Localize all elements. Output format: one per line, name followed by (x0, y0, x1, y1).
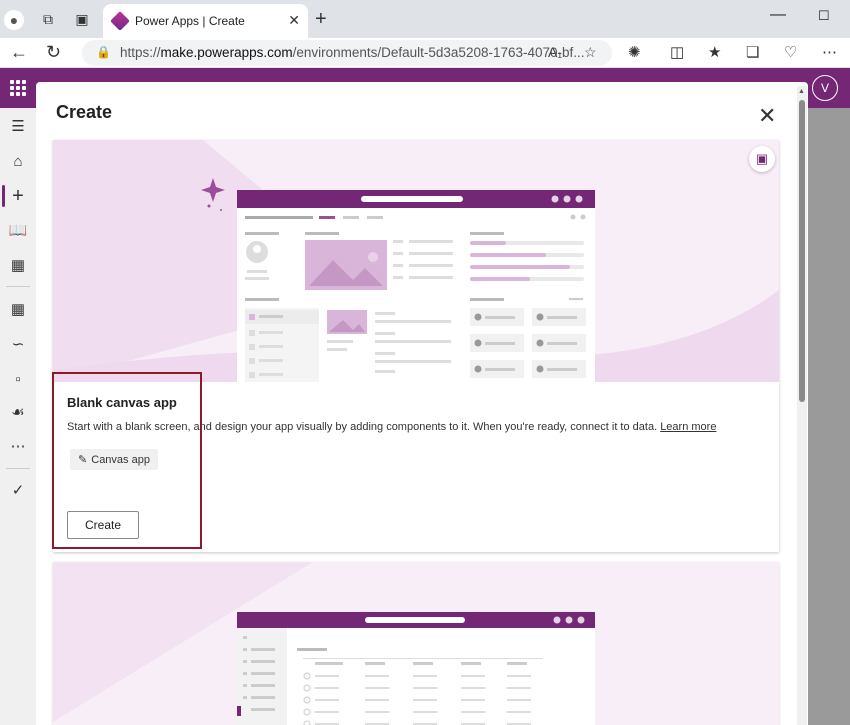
browser-tab-power-apps[interactable]: Power Apps | Create ✕ (103, 4, 308, 38)
lock-icon[interactable]: 🔒 (96, 45, 111, 59)
power-platform-icon[interactable]: ✓ (8, 480, 28, 500)
hamburger-menu-icon[interactable]: ☰ (8, 116, 28, 136)
solutions-icon[interactable]: ▫ (8, 369, 28, 389)
profile-icon[interactable]: ● (4, 10, 24, 30)
blank-canvas-app-card[interactable]: ▣ Blank canvas app Start with a blank sc… (53, 140, 779, 552)
scroll-up-icon[interactable]: ▲ (798, 88, 805, 95)
rail-divider (6, 468, 30, 469)
browser-essentials-icon[interactable]: ♡ (784, 43, 797, 61)
tab-actions-icon[interactable]: ▣ (72, 9, 92, 29)
canvas-app-tag: ✎ Canvas app (70, 449, 158, 470)
address-bar: ← ↻ 🔒 https://make.powerapps.com/environ… (0, 38, 850, 68)
close-tab-icon[interactable]: ✕ (288, 12, 300, 29)
card-title: Blank canvas app (67, 395, 177, 410)
scrollbar-thumb[interactable] (799, 100, 805, 402)
favorite-star-icon[interactable]: ☆ (584, 44, 597, 61)
dialog-scrollbar[interactable]: ▲ (797, 86, 807, 725)
browser-tab-strip: ● ⧉ ▣ Power Apps | Create ✕ + — ☐ (0, 0, 850, 38)
canvas-app-illustration: ▣ (53, 140, 779, 382)
pencil-icon: ✎ (78, 454, 88, 466)
close-icon[interactable]: ✕ (758, 105, 776, 127)
read-aloud-icon[interactable]: A₁ (548, 44, 562, 60)
card-description-text: Start with a blank screen, and design yo… (67, 421, 658, 433)
collections-icon[interactable]: ❏ (746, 43, 759, 61)
more-options-icon[interactable]: ⋯ (822, 43, 837, 61)
learn-icon[interactable]: 📖 (8, 220, 28, 240)
url-input[interactable]: 🔒 https://make.powerapps.com/environment… (82, 40, 612, 66)
tables-icon[interactable]: ▦ (8, 299, 28, 319)
app-launcher-icon[interactable] (10, 80, 26, 96)
ai-hub-icon[interactable]: ☙ (8, 402, 28, 422)
favorites-icon[interactable]: ★ (708, 43, 721, 61)
avatar[interactable]: V (812, 75, 838, 101)
left-nav-rail: ☰ ⌂ + 📖 ▦ ▦ ∽ ▫ ☙ ⋯ ✓ (0, 108, 36, 725)
focus-view-icon[interactable]: ▣ (749, 146, 775, 172)
power-apps-logo-icon (110, 11, 130, 31)
learn-more-link[interactable]: Learn more (660, 421, 716, 433)
apps-icon[interactable]: ▦ (8, 255, 28, 275)
model-app-illustration (53, 562, 595, 725)
workspaces-icon[interactable]: ⧉ (38, 9, 58, 29)
more-nav-icon[interactable]: ⋯ (8, 436, 28, 456)
maximize-icon[interactable]: ☐ (818, 8, 830, 24)
tag-label: Canvas app (91, 453, 150, 466)
tab-title: Power Apps | Create (135, 14, 245, 28)
back-icon[interactable]: ← (10, 42, 28, 63)
new-tab-icon[interactable]: + (315, 8, 327, 31)
app-preview-illustration (53, 140, 779, 382)
dialog-title: Create (56, 102, 113, 122)
selected-indicator (2, 185, 5, 207)
create-dialog: Create ✕ ▣ Blank canvas app Start with a… (36, 82, 808, 725)
create-button[interactable]: Create (67, 511, 139, 539)
url-text: https://make.powerapps.com/environments/… (120, 45, 585, 60)
minimize-icon[interactable]: — (770, 6, 786, 24)
split-screen-icon[interactable]: ◫ (670, 43, 684, 61)
card-description: Start with a blank screen, and design yo… (67, 421, 716, 433)
refresh-icon[interactable]: ↻ (46, 42, 61, 63)
flows-icon[interactable]: ∽ (8, 334, 28, 354)
next-template-card[interactable] (53, 562, 779, 725)
create-icon[interactable]: + (8, 185, 28, 207)
extensions-icon[interactable]: ✺ (628, 43, 641, 61)
rail-divider (6, 286, 30, 287)
home-icon[interactable]: ⌂ (8, 151, 28, 171)
